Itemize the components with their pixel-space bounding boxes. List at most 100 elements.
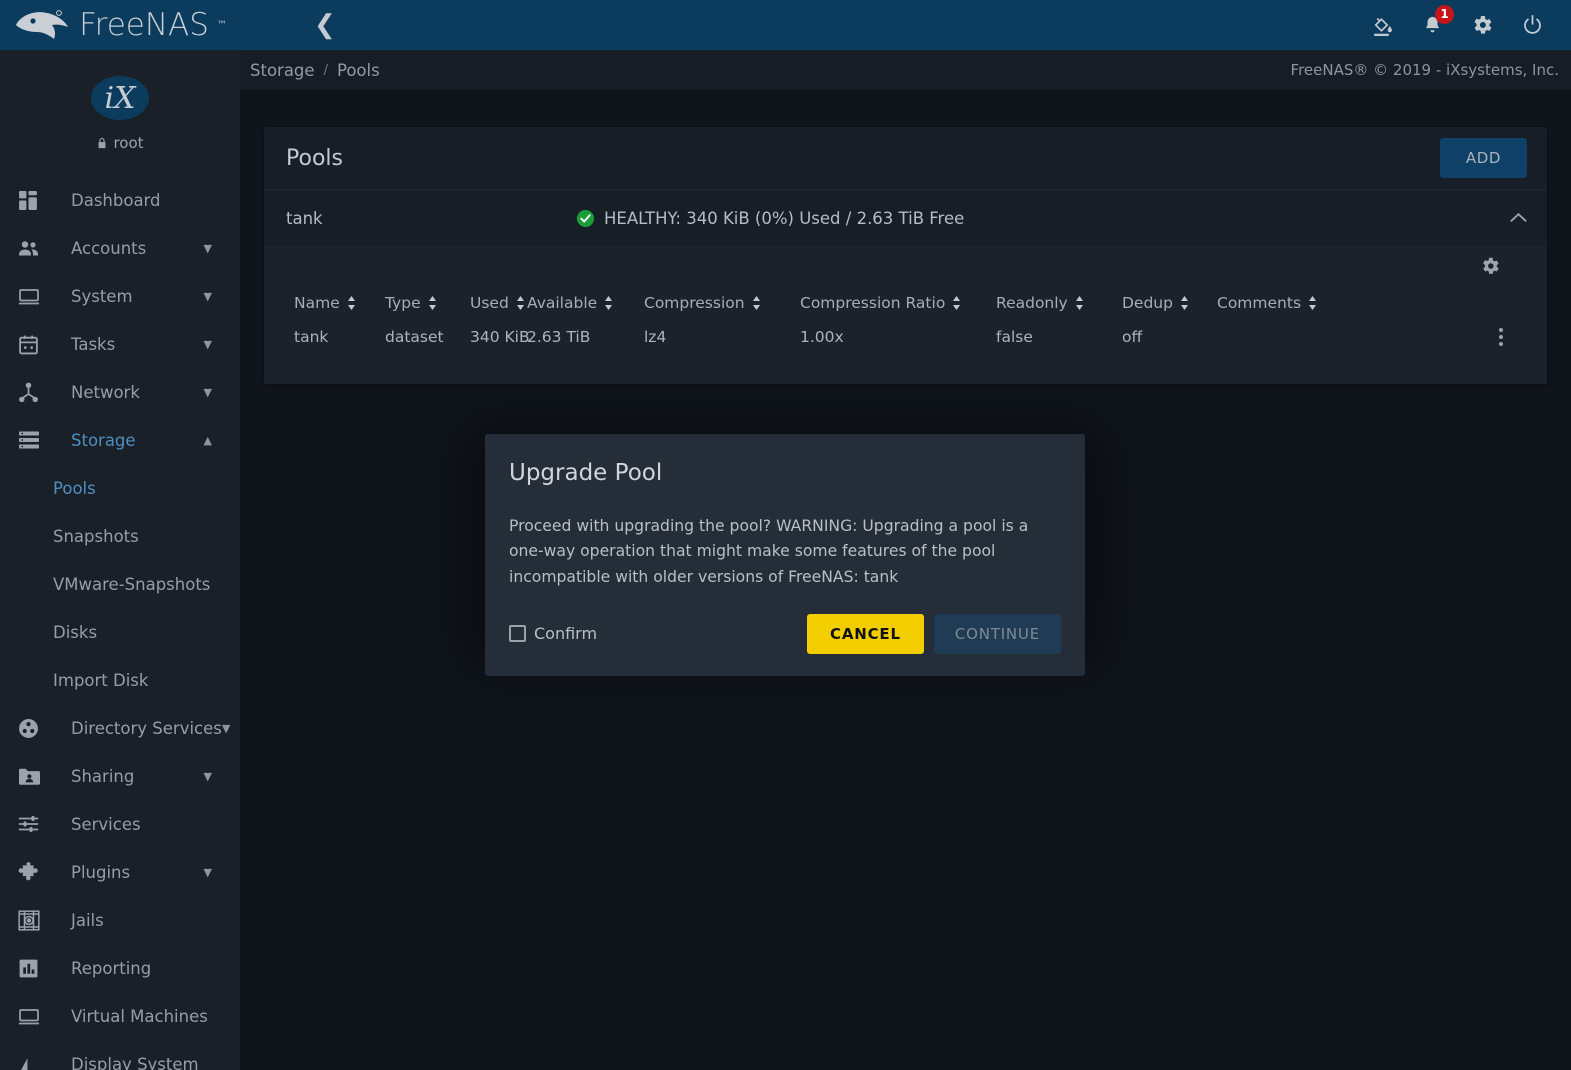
cell-compression: lz4 [644, 328, 667, 346]
sidebar-item-storage[interactable]: Storage ▲ [0, 416, 240, 464]
avatar[interactable]: iX [91, 76, 149, 120]
column-header-compression-ratio[interactable]: Compression Ratio [800, 294, 996, 312]
brand-name: FreeNAS [79, 7, 209, 43]
column-header-label: Readonly [996, 294, 1068, 312]
gear-icon[interactable] [1470, 13, 1494, 37]
sidebar-item-system[interactable]: System ▼ [0, 272, 240, 320]
freenas-app-window: FreeNAS ™ ❮ 1 iX root Dashboard Accounts… [0, 0, 1571, 1070]
sidebar-item-vmware-snapshots[interactable]: VMware-Snapshots [0, 560, 240, 608]
dataset-grid: Name Type Used Available Compression Com… [264, 290, 1547, 358]
pool-name: tank [286, 208, 323, 228]
column-header-type[interactable]: Type [385, 294, 470, 312]
sharing-folder-icon [18, 767, 54, 786]
sort-toggle-icon[interactable] [952, 296, 961, 310]
sidebar-item-disks[interactable]: Disks [0, 608, 240, 656]
pool-status: HEALTHY: 340 KiB (0%) Used / 2.63 TiB Fr… [576, 209, 964, 228]
column-header-name[interactable]: Name [294, 294, 385, 312]
sidebar-subitem-label: Pools [53, 478, 96, 498]
chevron-down-icon[interactable]: ▼ [204, 866, 212, 879]
sidebar-item-label: Plugins [71, 862, 131, 882]
sidebar-item-directory-services[interactable]: Directory Services ▼ [0, 704, 240, 752]
sidebar-item-label: System [71, 286, 133, 306]
sidebar-item-virtual-machines[interactable]: Virtual Machines [0, 992, 240, 1040]
chevron-down-icon[interactable]: ▼ [204, 242, 212, 255]
add-pool-button[interactable]: ADD [1439, 138, 1527, 178]
confirm-checkbox-group[interactable]: Confirm [509, 624, 597, 643]
gear-icon[interactable] [1479, 255, 1501, 281]
sidebar-item-pools[interactable]: Pools [0, 464, 240, 512]
sidebar-item-sharing[interactable]: Sharing ▼ [0, 752, 240, 800]
sidebar-item-accounts[interactable]: Accounts ▼ [0, 224, 240, 272]
chevron-up-icon[interactable] [1510, 211, 1527, 226]
table-row[interactable]: tank dataset 340 KiB 2.63 TiB lz4 1.00x … [264, 316, 1547, 358]
hamburger-menu-icon[interactable] [266, 16, 292, 34]
sidebar-item-plugins[interactable]: Plugins ▼ [0, 848, 240, 896]
cell-available: 2.63 TiB [527, 328, 591, 346]
pool-summary-row[interactable]: tank HEALTHY: 340 KiB (0%) Used / 2.63 T… [264, 189, 1547, 246]
notifications-bell-icon[interactable]: 1 [1421, 4, 1454, 38]
pools-card: Pools ADD tank HEALTHY: 340 KiB (0%) Use… [264, 127, 1547, 384]
sidebar-item-display-system[interactable]: Display System [0, 1040, 240, 1070]
column-header-comments[interactable]: Comments [1217, 294, 1357, 312]
sidebar-item-label: Accounts [71, 238, 147, 258]
column-header-readonly[interactable]: Readonly [996, 294, 1122, 312]
check-circle-icon [576, 209, 595, 227]
breadcrumb-item-storage[interactable]: Storage [250, 61, 315, 80]
sort-toggle-icon[interactable] [428, 296, 437, 310]
top-navigation-bar: FreeNAS ™ ❮ 1 [0, 0, 1571, 50]
sidebar-item-label: Virtual Machines [71, 1006, 208, 1026]
continue-button[interactable]: CONTINUE [933, 613, 1061, 654]
confirm-checkbox[interactable] [509, 625, 526, 643]
column-header-available[interactable]: Available [527, 294, 644, 312]
column-header-compression[interactable]: Compression [644, 294, 800, 312]
paint-bucket-icon[interactable] [1370, 13, 1395, 38]
chevron-down-icon[interactable]: ▼ [222, 722, 230, 735]
sidebar-item-label: Dashboard [71, 190, 161, 210]
sidebar-item-jails[interactable]: Jails [0, 896, 240, 944]
sidebar-item-import-disk[interactable]: Import Disk [0, 656, 240, 704]
sidebar-item-reporting[interactable]: Reporting [0, 944, 240, 992]
column-header-label: Name [294, 294, 340, 312]
breadcrumb-item-pools[interactable]: Pools [337, 61, 380, 80]
sort-toggle-icon[interactable] [1180, 296, 1189, 310]
sidebar-item-label: Sharing [71, 766, 135, 786]
sidebar-item-snapshots[interactable]: Snapshots [0, 512, 240, 560]
cell-dedup: off [1122, 328, 1143, 346]
sidebar-item-network[interactable]: Network ▼ [0, 368, 240, 416]
column-header-dedup[interactable]: Dedup [1122, 294, 1217, 312]
sidebar-item-services[interactable]: Services [0, 800, 240, 848]
chevron-up-icon[interactable]: ▲ [204, 434, 212, 447]
directory-services-icon [18, 718, 54, 739]
chevron-left-icon[interactable]: ❮ [314, 12, 336, 38]
power-icon[interactable] [1520, 13, 1545, 38]
sort-toggle-icon[interactable] [1308, 296, 1317, 310]
network-nodes-icon [18, 382, 54, 403]
cell-compression-ratio: 1.00x [800, 328, 844, 346]
dashboard-icon [18, 190, 54, 211]
column-header-used[interactable]: Used [470, 294, 527, 312]
copyright-text: FreeNAS® © 2019 - iXsystems, Inc. [1290, 61, 1559, 79]
sort-toggle-icon[interactable] [604, 296, 613, 310]
brand-logo[interactable]: FreeNAS ™ [0, 0, 240, 50]
table-settings-row [264, 246, 1547, 290]
sort-toggle-icon[interactable] [516, 296, 525, 310]
chevron-down-icon[interactable]: ▼ [204, 770, 212, 783]
upgrade-pool-dialog: Upgrade Pool Proceed with upgrading the … [485, 434, 1085, 676]
chevron-down-icon[interactable]: ▼ [204, 386, 212, 399]
accounts-people-icon [18, 238, 54, 259]
sidebar-item-tasks[interactable]: Tasks ▼ [0, 320, 240, 368]
chevron-down-icon[interactable]: ▼ [204, 338, 212, 351]
sidebar-subitem-label: VMware-Snapshots [53, 574, 211, 594]
chevron-down-icon[interactable]: ▼ [204, 290, 212, 303]
dialog-button-row: CANCEL CONTINUE [807, 613, 1061, 654]
vm-monitor-icon [18, 1006, 54, 1026]
cancel-button[interactable]: CANCEL [807, 613, 924, 654]
column-header-label: Comments [1217, 294, 1302, 312]
sort-toggle-icon[interactable] [347, 296, 356, 310]
sidebar-item-dashboard[interactable]: Dashboard [0, 176, 240, 224]
dialog-message: Proceed with upgrading the pool? WARNING… [509, 517, 1029, 586]
kebab-menu-icon[interactable] [1499, 328, 1503, 346]
sidebar-item-label: Storage [71, 430, 136, 450]
sort-toggle-icon[interactable] [752, 296, 761, 310]
sort-toggle-icon[interactable] [1075, 296, 1084, 310]
